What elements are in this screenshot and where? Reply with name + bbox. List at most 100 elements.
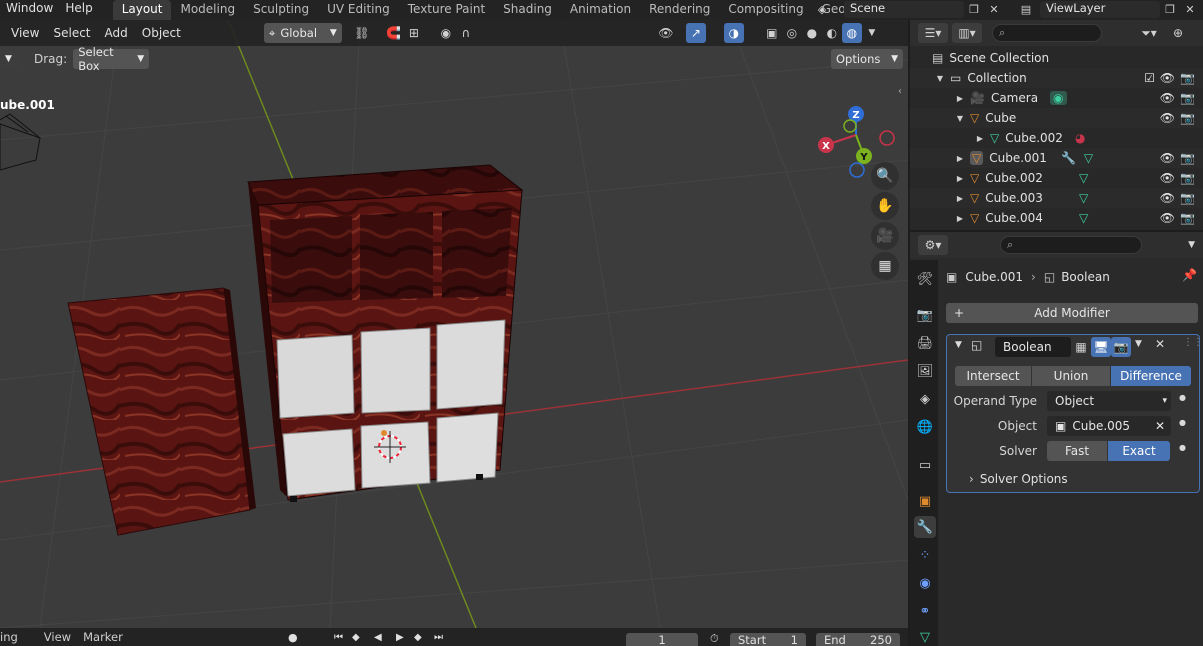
menu-window[interactable]: Window — [0, 0, 59, 20]
scene-icon[interactable]: ◈ — [814, 2, 830, 18]
eye-icon[interactable]: 👁 — [1160, 111, 1175, 125]
workspace-tab-shading[interactable]: Shading — [494, 0, 561, 20]
workspace-tab-uv-editing[interactable]: UV Editing — [318, 0, 399, 20]
snap-target-icon[interactable]: ⊞ — [404, 23, 424, 43]
collection-tab-icon[interactable]: ▭ — [914, 454, 936, 476]
workspace-tab-compositing[interactable]: Compositing — [719, 0, 812, 20]
cabinet-object[interactable] — [247, 164, 524, 502]
expand-toggle-icon[interactable]: ▶ — [954, 94, 966, 103]
timeline-menu-marker[interactable]: Marker — [77, 630, 129, 644]
viewport-menu-object[interactable]: Object — [135, 20, 188, 46]
prev-keyframe-icon[interactable]: ◆ — [352, 632, 360, 643]
mesh-data-tab-icon[interactable]: ▽ — [914, 626, 936, 646]
jump-end-icon[interactable]: ⏭ — [434, 632, 443, 643]
workspace-tab-sculpting[interactable]: Sculpting — [244, 0, 318, 20]
expand-toggle-icon[interactable]: ▶ — [954, 154, 966, 163]
eye-icon[interactable]: 👁 — [1160, 171, 1175, 185]
options-dropdown[interactable]: Options ▼ — [831, 49, 903, 69]
outliner-scene-collection[interactable]: ▤ Scene Collection — [910, 48, 1203, 68]
editor-type-outliner-icon[interactable]: ☰▾ — [918, 23, 948, 43]
new-collection-icon[interactable]: ⊕ — [1168, 23, 1188, 43]
filter-icon[interactable]: ⏷▾ — [1134, 23, 1164, 43]
wireframe-shading-icon[interactable]: ◎ — [782, 23, 802, 43]
animate-dot-icon[interactable]: ● — [1179, 393, 1186, 402]
eye-icon[interactable]: 👁 — [1160, 191, 1175, 205]
expand-toggle-icon[interactable]: ▶ — [954, 214, 966, 223]
view-layer-tab-icon[interactable]: 🖼 — [914, 360, 936, 382]
render-toggle-icon[interactable]: 📷 — [1111, 337, 1131, 357]
outliner-row-cube-002[interactable]: ▶ ▽ Cube.002 ▽ 👁 📷 — [910, 168, 1203, 188]
workspace-tab-animation[interactable]: Animation — [561, 0, 640, 20]
timeline-menu-playback[interactable]: ing — [0, 630, 24, 644]
render-camera-icon[interactable]: 📷 — [1180, 191, 1195, 205]
solver-fast-button[interactable]: Fast — [1047, 441, 1107, 461]
animate-dot-icon[interactable]: ● — [1179, 418, 1186, 427]
operation-difference-button[interactable]: Difference — [1111, 366, 1191, 386]
dropdown-chevron-icon[interactable]: ▼ — [1135, 339, 1142, 349]
new-scene-icon[interactable]: ❐ — [966, 2, 982, 18]
editor-type-properties-icon[interactable]: ⚙▾ — [918, 235, 948, 255]
perspective-toggle-icon[interactable]: ▦ — [871, 252, 899, 280]
preview-range-icon[interactable]: ⏱ — [710, 632, 719, 646]
workspace-tab-layout[interactable]: Layout — [112, 0, 172, 20]
edit-mode-toggle-icon[interactable]: ▦ — [1071, 337, 1091, 357]
output-tab-icon[interactable]: 🖨 — [914, 332, 936, 354]
scene-name-field[interactable]: Scene — [844, 1, 964, 18]
jump-start-icon[interactable]: ⏮ — [334, 632, 343, 643]
outliner-row-camera[interactable]: ▶ 🎥 Camera ◉ 👁 📷 — [910, 88, 1203, 108]
menu-help[interactable]: Help — [59, 0, 98, 20]
viewport-menu-view[interactable]: View — [4, 20, 46, 46]
zoom-icon[interactable]: 🔍 — [871, 162, 899, 190]
solid-shading-icon[interactable]: ● — [802, 23, 822, 43]
particles-tab-icon[interactable]: ⁘ — [914, 544, 936, 566]
xray-toggle-icon[interactable]: ▣ — [762, 23, 782, 43]
delete-scene-icon[interactable]: ✕ — [986, 2, 1002, 18]
pivot-point-icon[interactable]: ⛓ — [352, 23, 372, 43]
timeline-menu-view[interactable]: View — [38, 630, 77, 644]
current-frame-field[interactable]: 1 — [626, 633, 698, 646]
operation-intersect-button[interactable]: Intersect — [955, 366, 1031, 386]
animate-dot-icon[interactable]: ● — [1179, 443, 1186, 452]
render-camera-icon[interactable]: 📷 — [1180, 151, 1195, 165]
pan-hand-icon[interactable]: ✋ — [871, 192, 899, 220]
object-tab-icon[interactable]: ▣ — [914, 490, 936, 512]
outliner-row-cube-002-mesh[interactable]: ▶ ▽ Cube.002 ◕ — [910, 128, 1203, 148]
pin-icon[interactable]: 📌 — [1182, 268, 1197, 282]
start-frame-field[interactable]: Start 1 — [730, 633, 806, 646]
world-tab-icon[interactable]: 🌐 — [914, 416, 936, 438]
eye-icon[interactable]: 👁 — [1160, 151, 1175, 165]
record-keyframe-icon[interactable]: ● — [288, 631, 298, 644]
expand-toggle-icon[interactable]: ▼ — [954, 114, 966, 123]
modifier-name-field[interactable]: Boolean — [995, 337, 1071, 357]
new-view-layer-icon[interactable]: ❐ — [1162, 2, 1178, 18]
transform-orientation-dropdown[interactable]: ⌖ Global ▼ — [263, 23, 342, 43]
drag-select-dropdown[interactable]: Select Box ▼ — [73, 45, 150, 73]
tool-tab-icon[interactable]: 🛠 — [914, 268, 936, 290]
solver-exact-button[interactable]: Exact — [1108, 441, 1170, 461]
solver-options-subpanel[interactable]: › Solver Options — [969, 472, 1068, 486]
properties-search-input[interactable]: ⌕ — [1000, 236, 1142, 254]
workspace-tab-rendering[interactable]: Rendering — [640, 0, 719, 20]
render-tab-icon[interactable]: 📷 — [914, 304, 936, 326]
3d-viewport[interactable]: ube.001 Z X Y View Select Add Object ⌖ G… — [0, 20, 908, 628]
overlays-toggle-icon[interactable]: ◑ — [723, 23, 744, 43]
material-shading-icon[interactable]: ◐ — [822, 23, 842, 43]
camera-object[interactable] — [0, 113, 41, 171]
physics-tab-icon[interactable]: ◉ — [914, 572, 936, 594]
outliner-row-cube-001[interactable]: ▶ ▽ Cube.001 🔧 ▽ 👁 📷 — [910, 148, 1203, 168]
render-camera-icon[interactable]: 📷 — [1180, 71, 1195, 85]
workspace-tab-modeling[interactable]: Modeling — [171, 0, 244, 20]
modifier-tab-icon[interactable]: 🔧 — [914, 516, 936, 538]
display-mode-icon[interactable]: ▥▾ — [952, 23, 982, 43]
viewport-toggle-icon[interactable]: 🖥 — [1091, 337, 1111, 357]
falloff-icon[interactable]: ∩ — [456, 23, 476, 43]
rendered-shading-icon[interactable]: ◍ — [841, 23, 862, 43]
render-camera-icon[interactable]: 📷 — [1180, 111, 1195, 125]
view-layer-field[interactable]: ViewLayer — [1040, 1, 1160, 18]
drag-handle-icon[interactable]: ⋮⋮ — [1183, 337, 1203, 348]
proportional-editing-icon[interactable]: ◉ — [436, 23, 456, 43]
next-keyframe-icon[interactable]: ◆ — [414, 632, 422, 643]
chevron-down-icon[interactable]: ▼ — [1188, 240, 1195, 250]
door-panel-object[interactable] — [67, 287, 251, 536]
play-icon[interactable]: ▶ — [396, 632, 404, 643]
